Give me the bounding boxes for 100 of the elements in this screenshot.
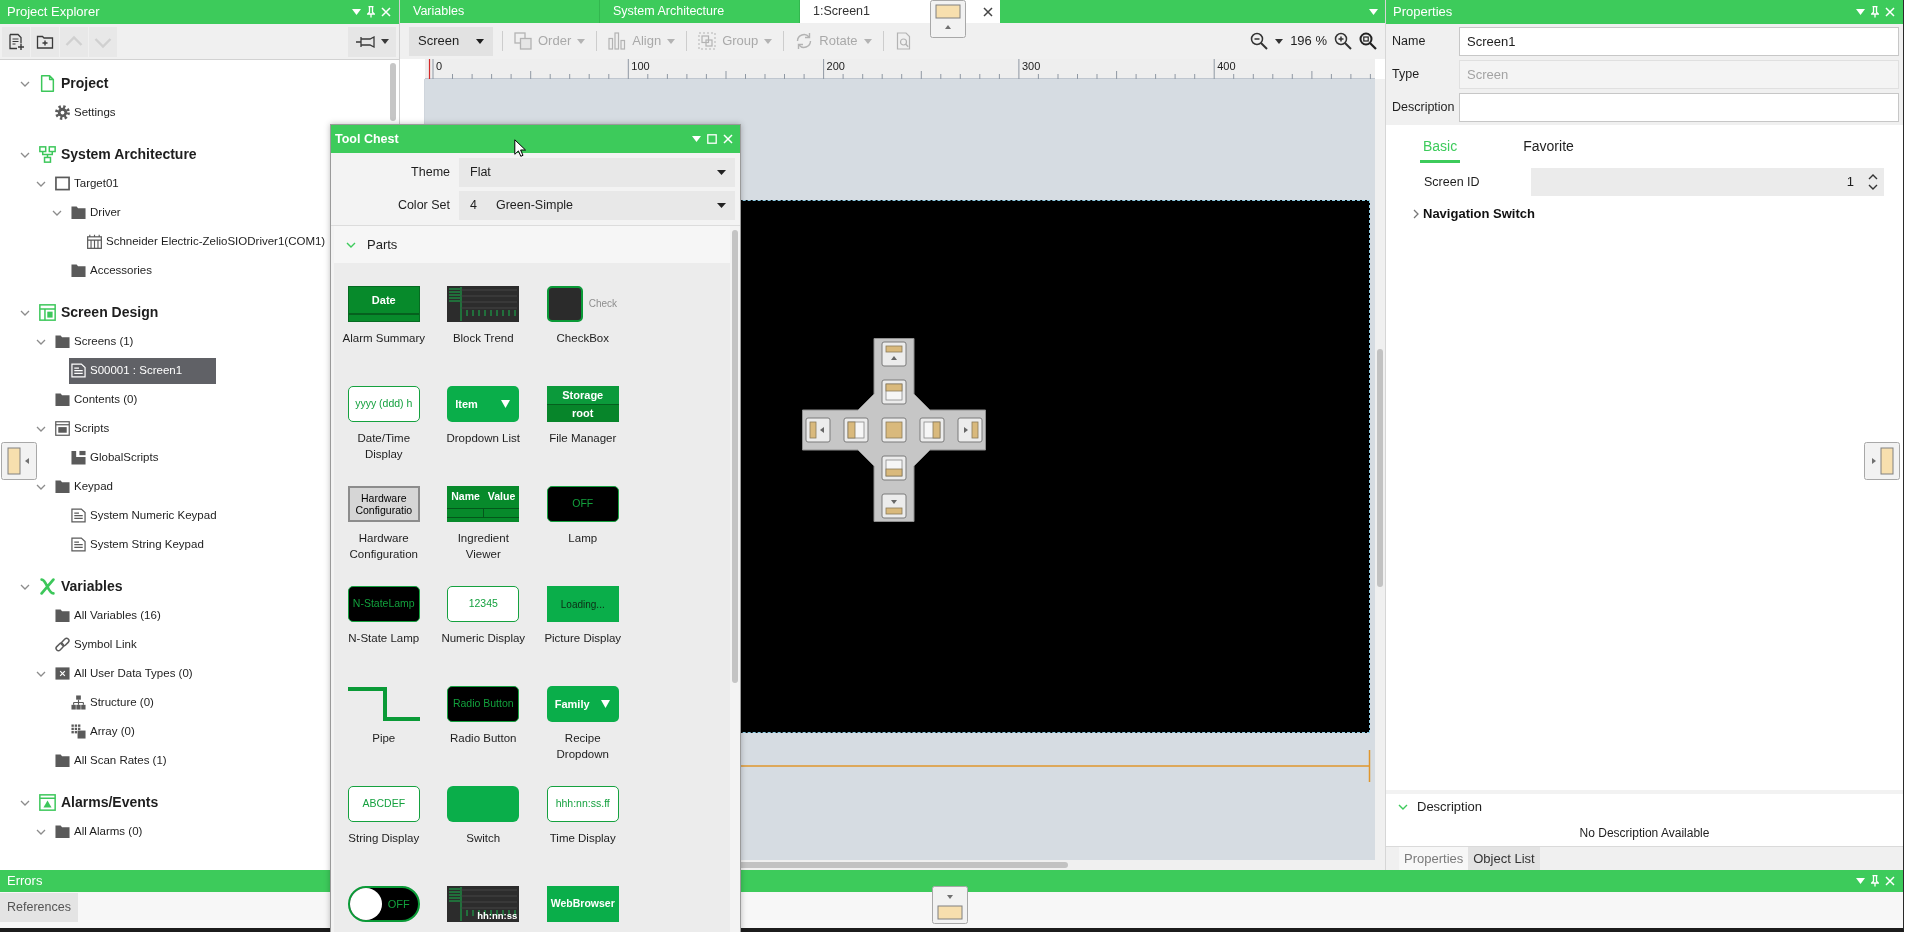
chevron-down-icon[interactable]	[20, 583, 30, 590]
chevron-down-icon[interactable]	[1398, 804, 1408, 810]
chevron-down-icon[interactable]	[36, 483, 46, 490]
tree-item[interactable]: Schneider Electric-ZelioSIODriver1(COM1)	[85, 228, 328, 255]
tree-item[interactable]: System Numeric Keypad	[69, 502, 219, 529]
caret-icon[interactable]	[380, 39, 389, 44]
group-header[interactable]: Navigation Switch	[1413, 204, 1535, 224]
tree-item[interactable]: Screen Design	[37, 299, 161, 326]
tree-item[interactable]: Contents (0)	[53, 386, 140, 413]
pin-icon[interactable]	[1871, 6, 1879, 18]
chevron-down-icon[interactable]	[36, 338, 46, 345]
tool-item[interactable]: yyyy (ddd) h Date/Time Display	[339, 386, 428, 462]
tool-item[interactable]: Block Trend	[439, 286, 528, 346]
chevron-down-icon[interactable]	[36, 425, 46, 432]
tab-list-caret-icon[interactable]	[1369, 8, 1378, 15]
tool-item[interactable]: Hardware Configuratio Hardware Configuration	[339, 486, 428, 562]
tree-item[interactable]: S00001 : Screen1	[69, 357, 217, 384]
tool-item[interactable]: Radio Button Radio Button	[439, 686, 528, 746]
tree-item[interactable]: All User Data Types (0)	[53, 660, 195, 687]
tool-item[interactable]: Date Alarm Summary	[339, 286, 428, 346]
panel-tab[interactable]: Properties	[1399, 847, 1469, 870]
tree-item[interactable]: Symbol Link	[53, 631, 139, 658]
chevron-down-icon[interactable]	[20, 309, 30, 316]
tool-item[interactable]: 12345 Numeric Display	[439, 586, 528, 646]
tree-item[interactable]: Target01	[53, 170, 121, 197]
caret-icon[interactable]	[476, 38, 484, 44]
dropdown-caret-icon[interactable]	[1856, 878, 1865, 884]
dropdown-caret-icon[interactable]	[352, 9, 361, 15]
zoom-fit-icon[interactable]	[1359, 32, 1377, 50]
section-header[interactable]: Description	[1386, 794, 1903, 820]
chevron-right-icon[interactable]	[1413, 209, 1419, 219]
tool-item[interactable]: Check CheckBox	[538, 286, 627, 346]
chevron-down-icon[interactable]	[36, 828, 46, 835]
chevron-down-icon[interactable]	[20, 799, 30, 806]
tree-item[interactable]: All Variables (16)	[53, 602, 163, 629]
tool-item[interactable]: Loading... Picture Display	[538, 586, 627, 646]
tree-item[interactable]: Array (0)	[69, 718, 137, 745]
zoom-in-icon[interactable]	[1334, 32, 1352, 50]
view-dropdown[interactable]: Screen	[409, 26, 493, 56]
chevron-down-icon[interactable]	[36, 670, 46, 677]
scrollbar-thumb[interactable]	[741, 862, 1068, 868]
close-icon[interactable]	[983, 6, 993, 17]
tree-item[interactable]: All Alarms (0)	[53, 818, 145, 845]
panel-tab[interactable]: Object List	[1468, 847, 1540, 870]
scrollbar-thumb[interactable]	[1377, 349, 1383, 587]
tool-item[interactable]: Name Value Ingredient Viewer	[439, 486, 528, 562]
caret-icon[interactable]	[1275, 38, 1284, 44]
pin-dropdown-button[interactable]	[348, 26, 396, 57]
dropdown[interactable]: Flat	[459, 158, 735, 187]
tree-item[interactable]: Scripts	[53, 415, 112, 442]
tree-item[interactable]: Keypad	[53, 473, 115, 500]
spinner-icon[interactable]	[1868, 173, 1878, 191]
tool-item[interactable]: Pipe	[339, 686, 428, 746]
tool-item[interactable]: Item Dropdown List	[439, 386, 528, 446]
folder-icon	[71, 263, 86, 278]
chevron-down-icon[interactable]	[52, 209, 62, 216]
number-field[interactable]: 1	[1531, 168, 1884, 196]
text-field[interactable]: Screen1	[1459, 27, 1899, 56]
toggle-thumbnail[interactable]: OFF	[347, 886, 420, 922]
tool-item[interactable]: ABCDEF String Display	[339, 786, 428, 846]
scrollbar-thumb[interactable]	[732, 230, 738, 683]
tree-item[interactable]: Variables	[37, 573, 125, 600]
tree-item[interactable]: Accessories	[69, 257, 154, 284]
zoom-out-icon[interactable]	[1250, 32, 1269, 50]
window-title: Tool Chest	[335, 130, 399, 148]
tool-item[interactable]: N-StateLamp N-State Lamp	[339, 586, 428, 646]
chevron-down-icon[interactable]	[20, 80, 30, 87]
caret-icon	[717, 203, 726, 208]
tool-item[interactable]: Storage root File Manager	[538, 386, 627, 446]
trend-thumbnail[interactable]: hh:nn:ss	[447, 886, 520, 922]
new-file-button[interactable]	[2, 26, 30, 57]
tool-item[interactable]: OFF Lamp	[538, 486, 627, 546]
scrollbar-thumb[interactable]	[390, 63, 396, 121]
pin-icon[interactable]	[367, 6, 375, 18]
maximize-icon[interactable]	[707, 134, 717, 144]
chevron-down-icon[interactable]	[36, 180, 46, 187]
tree-item[interactable]: Driver	[69, 199, 123, 226]
text-field[interactable]	[1459, 93, 1899, 122]
tree-item[interactable]: GlobalScripts	[69, 444, 161, 471]
dropdown[interactable]: 4 Green-Simple	[459, 191, 735, 220]
tree-item[interactable]: All Scan Rates (1)	[53, 747, 169, 774]
tree-item[interactable]: Structure (0)	[69, 689, 156, 716]
tree-item[interactable]: Settings	[53, 99, 118, 126]
tool-item[interactable]: Switch	[439, 786, 528, 846]
tool-item[interactable]: hhh:nn:ss.ff Time Display	[538, 786, 627, 846]
new-folder-button[interactable]	[31, 26, 59, 57]
dropdown-caret-icon[interactable]	[1856, 9, 1865, 15]
tree-item[interactable]: Screens (1)	[53, 328, 136, 355]
tree-item[interactable]: System String Keypad	[69, 531, 206, 558]
panel-tab[interactable]: References	[0, 893, 78, 922]
tool-item[interactable]: Family Recipe Dropdown	[538, 686, 627, 762]
pin-icon[interactable]	[1871, 875, 1879, 887]
chevron-down-icon[interactable]	[346, 241, 356, 248]
dropdown-caret-icon[interactable]	[692, 136, 701, 142]
tree-item[interactable]: Project	[37, 70, 111, 97]
property-tab[interactable]: Favorite	[1520, 133, 1577, 163]
tree-item[interactable]: Alarms/Events	[37, 789, 161, 816]
chevron-down-icon[interactable]	[20, 151, 30, 158]
tree-item[interactable]: System Architecture	[37, 141, 199, 168]
vertical-scrollbar[interactable]	[1375, 79, 1385, 860]
